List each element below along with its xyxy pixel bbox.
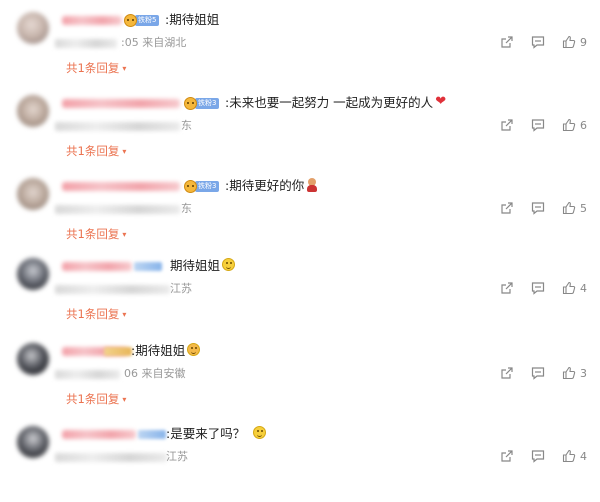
- comment-text: :期待姐姐: [165, 12, 220, 27]
- username-blurred[interactable]: [62, 430, 136, 439]
- thumbs-up-icon[interactable]: [562, 35, 576, 49]
- comment-actions: 9: [483, 35, 590, 49]
- chevron-down-icon: ▾: [122, 146, 127, 156]
- avatar[interactable]: [17, 258, 49, 290]
- comment-icon[interactable]: [531, 281, 545, 295]
- reply-toggle[interactable]: 共1条回复 ▾: [66, 60, 126, 76]
- chevron-down-icon: ▾: [122, 63, 127, 73]
- fan-badge[interactable]: 铁粉3: [184, 96, 220, 110]
- share-icon[interactable]: [500, 35, 514, 49]
- thumbs-up-icon[interactable]: [562, 366, 576, 380]
- comment-meta: 东: [181, 202, 192, 215]
- reply-count-label: 共1条回复: [66, 144, 120, 158]
- chevron-down-icon: ▾: [122, 229, 127, 239]
- comment-text: 期待姐姐: [170, 255, 236, 274]
- timestamp-blurred: [55, 122, 180, 131]
- reply-count-label: 共1条回复: [66, 61, 120, 75]
- avatar[interactable]: [17, 95, 49, 127]
- reply-toggle[interactable]: 共1条回复 ▾: [66, 391, 126, 407]
- comment-meta: 06 来自安徽: [124, 367, 186, 380]
- share-icon[interactable]: [500, 281, 514, 295]
- comment-text: :未来也要一起努力 一起成为更好的人 ❤: [225, 94, 447, 110]
- comment-icon[interactable]: [531, 35, 545, 49]
- avatar[interactable]: [17, 343, 49, 375]
- tongue-emoji-icon: [187, 343, 201, 356]
- thumbs-up-icon[interactable]: [562, 201, 576, 215]
- comment-meta: 江苏: [170, 282, 192, 295]
- fan-face-icon: [124, 13, 137, 27]
- avatar[interactable]: [17, 12, 49, 44]
- chevron-down-icon: ▾: [122, 309, 127, 319]
- comment-item: 铁粉5 :期待姐姐 :05 来自湖北 9 共1条回复 ▾: [0, 6, 600, 88]
- comment-icon[interactable]: [531, 118, 545, 132]
- username-blurred[interactable]: [62, 182, 180, 191]
- timestamp-blurred: [55, 285, 170, 294]
- vip-badge-blurred: [138, 430, 166, 439]
- like-count: 5: [580, 201, 587, 215]
- heart-emoji-icon: ❤: [435, 94, 447, 109]
- comment-text: :期待姐姐: [131, 340, 201, 359]
- comment-actions: 5: [483, 201, 590, 215]
- timestamp-blurred: [55, 370, 120, 379]
- figure-emoji-icon: [306, 177, 318, 192]
- fan-badge[interactable]: 铁粉5: [124, 13, 160, 27]
- comment-item: :期待姐姐 06 来自安徽 3 共1条回复 ▾: [0, 337, 600, 419]
- comment-item: 铁粉3 :未来也要一起努力 一起成为更好的人 ❤ 东 6 共1条回复 ▾: [0, 89, 600, 171]
- vip-badge-blurred: [104, 347, 132, 356]
- reply-count-label: 共1条回复: [66, 392, 120, 406]
- reply-toggle[interactable]: 共1条回复 ▾: [66, 226, 126, 242]
- comment-actions: 4: [483, 281, 590, 295]
- share-icon[interactable]: [500, 118, 514, 132]
- timestamp-blurred: [55, 453, 167, 462]
- share-icon[interactable]: [500, 449, 514, 463]
- like-count: 9: [580, 35, 587, 49]
- avatar[interactable]: [17, 178, 49, 210]
- smile-emoji-icon: [253, 426, 267, 439]
- timestamp-blurred: [55, 205, 180, 214]
- smile-emoji-icon: [222, 258, 236, 271]
- reply-toggle[interactable]: 共1条回复 ▾: [66, 143, 126, 159]
- comment-meta: 东: [181, 119, 192, 132]
- comment-item: :是要来了吗？ 江苏 4: [0, 420, 600, 502]
- like-count: 6: [580, 118, 587, 132]
- fan-badge[interactable]: 铁粉3: [184, 179, 220, 193]
- fan-badge-label: 铁粉5: [135, 14, 160, 26]
- comment-icon[interactable]: [531, 449, 545, 463]
- thumbs-up-icon[interactable]: [562, 449, 576, 463]
- chevron-down-icon: ▾: [122, 394, 127, 404]
- username-blurred[interactable]: [62, 99, 180, 108]
- share-icon[interactable]: [500, 366, 514, 380]
- like-count: 3: [580, 366, 587, 380]
- fan-badge-label: 铁粉3: [195, 180, 220, 192]
- comment-icon[interactable]: [531, 366, 545, 380]
- comment-icon[interactable]: [531, 201, 545, 215]
- username-blurred[interactable]: [62, 16, 122, 25]
- comment-item: 铁粉3 :期待更好的你 东 5 共1条回复 ▾: [0, 172, 600, 254]
- avatar[interactable]: [17, 426, 49, 458]
- username-blurred[interactable]: [62, 262, 132, 271]
- comment-actions: 4: [483, 449, 590, 463]
- vip-badge-blurred: [134, 262, 162, 271]
- comment-text: :是要来了吗？: [166, 423, 267, 442]
- reply-count-label: 共1条回复: [66, 227, 120, 241]
- comment-text: :期待更好的你: [225, 175, 318, 194]
- reply-count-label: 共1条回复: [66, 307, 120, 321]
- comment-actions: 6: [483, 118, 590, 132]
- comment-meta: :05 来自湖北: [121, 36, 187, 49]
- timestamp-blurred: [55, 39, 117, 48]
- comment-item: 期待姐姐 江苏 4 共1条回复 ▾: [0, 252, 600, 334]
- fan-face-icon: [184, 96, 197, 110]
- fan-badge-label: 铁粉3: [195, 97, 220, 109]
- like-count: 4: [580, 449, 587, 463]
- thumbs-up-icon[interactable]: [562, 118, 576, 132]
- comment-meta: 江苏: [166, 450, 188, 463]
- reply-toggle[interactable]: 共1条回复 ▾: [66, 306, 126, 322]
- share-icon[interactable]: [500, 201, 514, 215]
- like-count: 4: [580, 281, 587, 295]
- fan-face-icon: [184, 179, 197, 193]
- comment-actions: 3: [483, 366, 590, 380]
- thumbs-up-icon[interactable]: [562, 281, 576, 295]
